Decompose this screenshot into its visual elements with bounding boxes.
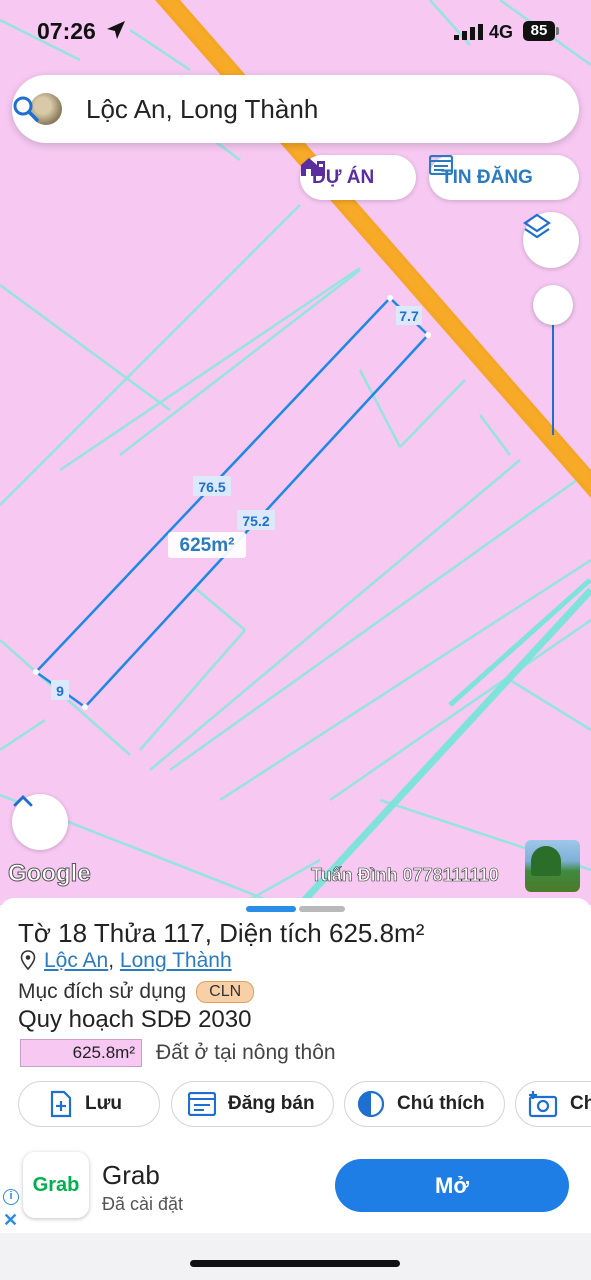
legend-button[interactable]: Chú thích bbox=[344, 1081, 505, 1127]
status-time: 07:26 bbox=[37, 18, 96, 44]
street-view-thumbnail[interactable] bbox=[525, 840, 580, 892]
district-link[interactable]: Long Thành bbox=[120, 949, 232, 972]
svg-text:9: 9 bbox=[56, 683, 64, 699]
ad-banner[interactable]: i ✕ Grab Grab Đã cài đặt Mở bbox=[0, 1148, 591, 1232]
listings-chip-label: TIN ĐĂNG bbox=[441, 166, 533, 188]
parcel-area-label: 625m² bbox=[168, 532, 246, 558]
legend-button-label: Chú thích bbox=[397, 1093, 485, 1114]
listings-chip[interactable]: TIN ĐĂNG bbox=[429, 155, 579, 200]
listing-icon bbox=[188, 1092, 216, 1116]
plan-type: Đất ở tại nông thôn bbox=[156, 1041, 336, 1064]
home-indicator[interactable] bbox=[190, 1260, 400, 1267]
parcel-edge-label-bottom: 9 bbox=[51, 680, 69, 700]
ad-info-icon[interactable]: i bbox=[3, 1189, 19, 1205]
land-use-purpose: Mục đích sử dụng CLN bbox=[18, 980, 255, 1004]
parcel-edge-label-top: 7.7 bbox=[396, 306, 422, 325]
commune-link[interactable]: Lộc An bbox=[44, 949, 108, 972]
ad-app-name: Grab bbox=[102, 1160, 160, 1190]
ad-app-status: Đã cài đặt bbox=[102, 1194, 184, 1214]
watermark: Tuấn Đình 0778111110 bbox=[311, 865, 499, 886]
ad-close-icon[interactable]: ✕ bbox=[3, 1210, 18, 1231]
svg-text:76.5: 76.5 bbox=[198, 479, 225, 495]
network-type: 4G bbox=[489, 22, 514, 42]
sheet-handle-active[interactable] bbox=[246, 906, 296, 912]
parcel-address: Lộc An, Long Thành bbox=[20, 949, 232, 973]
plan-area-swatch: 625.8m² bbox=[20, 1039, 142, 1067]
expand-up-button[interactable] bbox=[12, 794, 68, 850]
location-arrow-icon bbox=[107, 21, 125, 39]
add-document-icon bbox=[50, 1090, 72, 1118]
signal-icon bbox=[454, 24, 483, 40]
google-logo: Google bbox=[8, 860, 92, 888]
search-icon[interactable] bbox=[12, 95, 40, 123]
plan-row: 625.8m² Đất ở tại nông thôn bbox=[20, 1039, 336, 1067]
parcel-edge-label-right: 75.2 bbox=[237, 510, 275, 530]
save-button[interactable]: Lưu bbox=[18, 1081, 160, 1127]
svg-text:75.2: 75.2 bbox=[242, 513, 269, 529]
save-button-label: Lưu bbox=[85, 1093, 122, 1114]
contrast-icon bbox=[357, 1090, 385, 1118]
layers-button[interactable] bbox=[523, 212, 579, 268]
parcel-edge-label-left: 76.5 bbox=[193, 476, 231, 496]
search-query[interactable]: Lộc An, Long Thành bbox=[86, 94, 318, 125]
search-bar[interactable]: Lộc An, Long Thành bbox=[12, 75, 579, 143]
add-photo-icon bbox=[528, 1091, 558, 1118]
capture-button-label: Ch bbox=[570, 1093, 591, 1114]
opacity-slider-knob[interactable] bbox=[533, 285, 573, 325]
svg-text:7.7: 7.7 bbox=[399, 308, 419, 324]
purpose-code-badge: CLN bbox=[196, 981, 255, 1003]
ad-open-button[interactable]: Mở bbox=[335, 1159, 569, 1212]
listing-icon bbox=[429, 155, 453, 175]
battery-cap bbox=[556, 27, 559, 35]
sheet-handle[interactable] bbox=[299, 906, 345, 912]
projects-chip[interactable]: DỰ ÁN bbox=[300, 155, 416, 200]
action-bar: Lưu Đăng bán Chú thích Ch bbox=[18, 1081, 591, 1127]
building-icon bbox=[301, 158, 325, 176]
map-view[interactable]: 7.7 76.5 75.2 9 625m² 07:26 4G 85 Lộc An… bbox=[0, 0, 591, 905]
svg-text:625m²: 625m² bbox=[180, 535, 235, 556]
capture-button[interactable]: Ch bbox=[515, 1081, 591, 1127]
plan-title: Quy hoạch SDĐ 2030 bbox=[18, 1006, 252, 1033]
parcel-title: Tờ 18 Thửa 117, Diện tích 625.8m² bbox=[18, 918, 425, 948]
screen: 7.7 76.5 75.2 9 625m² 07:26 4G 85 Lộc An… bbox=[0, 0, 591, 1280]
battery-icon: 85 bbox=[523, 21, 555, 41]
chevron-up-icon bbox=[13, 795, 33, 807]
status-bar: 07:26 4G 85 bbox=[0, 0, 591, 62]
grab-logo: Grab bbox=[23, 1152, 89, 1218]
purpose-label: Mục đích sử dụng bbox=[18, 980, 187, 1003]
layers-icon bbox=[523, 213, 551, 239]
post-sale-button-label: Đăng bán bbox=[228, 1093, 315, 1114]
location-pin-icon bbox=[20, 950, 36, 970]
post-sale-button[interactable]: Đăng bán bbox=[171, 1081, 334, 1127]
